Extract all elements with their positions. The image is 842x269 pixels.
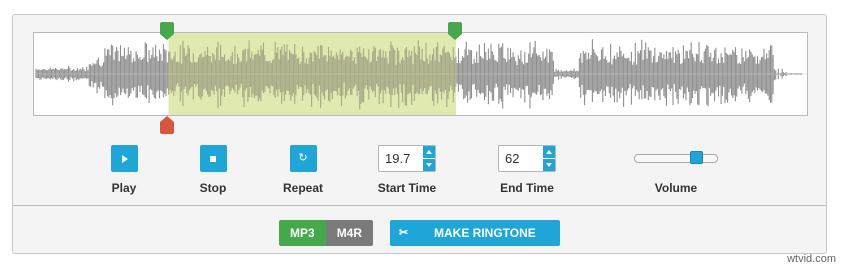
playhead-marker-icon[interactable] xyxy=(160,116,174,134)
play-button[interactable] xyxy=(110,145,138,172)
end-marker-icon[interactable] xyxy=(448,22,462,40)
end-time-label: End Time xyxy=(500,181,554,195)
waveform-svg[interactable] xyxy=(34,33,807,115)
waveform-area[interactable] xyxy=(33,22,808,134)
repeat-control: ↻ Repeat xyxy=(278,145,328,195)
ringtone-editor-panel: Play Stop ↻ Repeat Start Time xyxy=(12,14,827,254)
start-time-spinner[interactable] xyxy=(378,145,436,172)
playback-controls: Play Stop ↻ Repeat Start Time xyxy=(13,145,828,205)
end-time-up-button[interactable] xyxy=(543,146,555,159)
end-time-arrows xyxy=(543,146,555,171)
play-label: Play xyxy=(111,181,137,195)
play-control: Play xyxy=(110,145,138,195)
volume-slider[interactable] xyxy=(634,151,718,164)
play-icon xyxy=(122,154,128,163)
repeat-icon: ↻ xyxy=(298,152,308,164)
chevron-up-icon xyxy=(426,150,432,154)
chevron-down-icon xyxy=(426,163,432,167)
end-time-input[interactable] xyxy=(499,146,543,171)
end-time-spinner[interactable] xyxy=(498,145,556,172)
repeat-label: Repeat xyxy=(282,181,323,195)
make-ringtone-button[interactable]: ✂ MAKE RINGTONE xyxy=(390,220,560,246)
start-time-label: Start Time xyxy=(377,181,437,195)
format-m4r-button[interactable]: M4R xyxy=(325,220,374,246)
chevron-down-icon xyxy=(546,163,552,167)
scissors-icon: ✂ xyxy=(399,227,409,239)
format-mp3-button[interactable]: MP3 xyxy=(279,220,326,246)
stop-control: Stop xyxy=(199,145,227,195)
watermark: wtvid.com xyxy=(787,253,836,265)
start-time-input[interactable] xyxy=(379,146,423,171)
start-marker-icon[interactable] xyxy=(160,22,174,40)
start-time-down-button[interactable] xyxy=(423,159,435,171)
repeat-button[interactable]: ↻ xyxy=(289,145,317,172)
start-time-up-button[interactable] xyxy=(423,146,435,159)
stop-button[interactable] xyxy=(199,145,227,172)
volume-control: Volume xyxy=(633,145,719,195)
stop-icon xyxy=(210,155,216,162)
chevron-up-icon xyxy=(546,150,552,154)
end-time-control: End Time xyxy=(496,145,558,195)
divider xyxy=(13,205,826,206)
format-toggle: MP3 M4R xyxy=(279,220,374,246)
volume-label: Volume xyxy=(654,181,698,195)
volume-slider-thumb[interactable] xyxy=(690,151,703,164)
stop-label: Stop xyxy=(199,181,227,195)
end-time-down-button[interactable] xyxy=(543,159,555,171)
make-ringtone-label: MAKE RINGTONE xyxy=(434,226,536,240)
start-time-control: Start Time xyxy=(376,145,438,195)
start-time-arrows xyxy=(423,146,435,171)
